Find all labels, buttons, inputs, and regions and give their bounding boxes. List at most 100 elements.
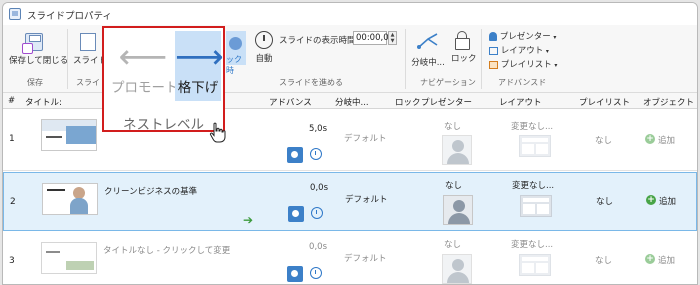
presenter-label: プレゼンター <box>499 32 551 42</box>
presenter-value[interactable]: なし <box>444 238 461 250</box>
layout-label: レイアウト <box>500 46 544 56</box>
col-header-presenter[interactable]: プレゼンター <box>421 96 472 108</box>
slide-thumbnail[interactable] <box>42 183 98 215</box>
timer-icon[interactable] <box>310 267 322 279</box>
layout-value[interactable]: 変更なし... <box>511 120 553 132</box>
slide-label: スライド <box>73 56 103 66</box>
divider <box>481 29 482 89</box>
col-header-lock[interactable]: ロック <box>395 96 421 108</box>
demote-label: 格下げ <box>177 80 219 96</box>
branch-icon <box>417 33 438 49</box>
layout-icon <box>489 46 498 55</box>
presenter-avatar[interactable] <box>443 195 473 225</box>
lock-icon <box>455 31 470 50</box>
branching-value[interactable]: デフォルト <box>344 132 387 144</box>
playlist-value[interactable]: なし <box>595 134 612 146</box>
slide-icon <box>80 33 96 51</box>
presenter-avatar[interactable] <box>442 254 472 284</box>
col-header-playlist[interactable]: プレイリスト <box>579 96 630 108</box>
advance-time[interactable]: 0,0s <box>310 183 328 193</box>
layout-value[interactable]: 変更なし... <box>512 179 554 191</box>
col-header-number: # <box>8 96 16 106</box>
demote-arrow-icon: ➔ <box>243 213 254 227</box>
row-number: 2 <box>10 197 16 207</box>
layout-icon[interactable] <box>519 254 551 276</box>
on-click-label: ック時 <box>226 55 242 75</box>
col-header-objects[interactable]: オブジェクト <box>643 96 694 108</box>
demote-button[interactable]: ⟶ 格下げ <box>175 31 224 101</box>
slide-title[interactable]: クリーンビジネスの基準 <box>104 185 197 197</box>
branching-label: 分岐中... <box>411 58 445 68</box>
presenter-value[interactable]: なし <box>444 120 461 132</box>
chevron-down-icon: ▾ <box>554 62 558 69</box>
col-header-layout[interactable]: レイアウト <box>499 96 542 108</box>
auto-button[interactable]: 自動 <box>251 31 277 64</box>
layout-icon[interactable] <box>519 135 551 157</box>
group-slide-label: スライド <box>76 78 102 87</box>
col-header-branching[interactable]: 分岐中... <box>335 96 369 108</box>
add-object-label[interactable]: 追加 <box>659 195 676 207</box>
arrow-right-icon: ⟶ <box>175 37 224 77</box>
slide-time-spinner[interactable]: ▲ ▼ <box>388 31 397 45</box>
add-object-label[interactable]: 追加 <box>658 254 675 266</box>
branching-button[interactable]: 分岐中... <box>410 31 446 68</box>
group-advance-label: スライドを進める <box>279 78 343 87</box>
slide-title[interactable]: タイトルなし - クリックして変更 <box>103 244 230 256</box>
col-header-title[interactable]: タイトル: <box>25 96 62 108</box>
layout-value[interactable]: 変更なし... <box>511 238 553 250</box>
playlist-dropdown[interactable]: プレイリスト ▾ <box>489 58 557 70</box>
add-icon[interactable]: + <box>645 134 655 144</box>
layout-icon[interactable] <box>520 195 552 217</box>
slide-thumbnail[interactable] <box>41 242 97 274</box>
save-close-label: 保存して閉じる <box>9 56 69 66</box>
advance-time[interactable]: 0,0s <box>309 242 327 252</box>
promote-button[interactable]: ⟵ プロモート <box>111 35 179 103</box>
col-header-advance[interactable]: アドバンス <box>269 96 312 108</box>
on-click-icon[interactable] <box>287 266 303 282</box>
presenter-value[interactable]: なし <box>445 179 462 191</box>
auto-label: 自動 <box>255 54 273 64</box>
chevron-down-icon: ▾ <box>545 48 549 55</box>
table-row[interactable]: 2 クリーンビジネスの基準 ➔ 0,0s デフォルト なし 変更なし... なし… <box>3 172 697 231</box>
presenter-dropdown[interactable]: プレゼンター ▾ <box>489 30 556 42</box>
group-advanced-label: アドバンスド <box>498 78 547 87</box>
playlist-value[interactable]: なし <box>596 195 613 207</box>
nest-level-popup: ⟵ プロモート ⟶ 格下げ ネストレベル <box>102 26 225 133</box>
divider <box>405 29 406 89</box>
on-click-button[interactable]: ック時 <box>226 31 246 75</box>
branching-value[interactable]: デフォルト <box>345 193 388 205</box>
mouse-click-icon <box>229 37 242 50</box>
slide-button[interactable]: スライド <box>73 33 103 66</box>
playlist-label: プレイリスト <box>500 60 552 70</box>
promote-label: プロモート <box>111 80 179 96</box>
hand-cursor-icon <box>209 122 226 143</box>
title-bar: スライドプロパティ <box>3 3 697 25</box>
nest-level-label: ネストレベル <box>123 117 204 133</box>
branching-value[interactable]: デフォルト <box>344 252 387 264</box>
window-title: スライドプロパティ <box>27 11 112 22</box>
slide-properties-window: スライドプロパティ 保存して閉じる 保存 スライド スライド ック時 自動 スラ… <box>2 2 698 285</box>
table-row[interactable]: 3 タイトルなし - クリックして変更 0,0s デフォルト なし 変更なし..… <box>3 232 697 284</box>
save-close-button[interactable]: 保存して閉じる <box>9 33 68 66</box>
row-number: 3 <box>9 256 15 266</box>
add-icon[interactable]: + <box>646 195 656 205</box>
layout-dropdown[interactable]: レイアウト ▾ <box>489 44 549 56</box>
on-click-icon[interactable] <box>287 147 303 163</box>
add-icon[interactable]: + <box>645 254 655 264</box>
presenter-avatar[interactable] <box>442 135 472 165</box>
playlist-value[interactable]: なし <box>595 254 612 266</box>
timer-icon <box>255 31 273 49</box>
advance-time[interactable]: 5,0s <box>309 124 327 134</box>
presenter-icon <box>489 32 497 41</box>
on-click-icon[interactable] <box>288 206 304 222</box>
app-icon <box>9 8 21 20</box>
add-object-label[interactable]: 追加 <box>658 134 675 146</box>
arrow-left-icon: ⟵ <box>118 37 168 77</box>
slide-time-input[interactable]: 00:00,00 <box>353 31 394 45</box>
divider <box>67 29 68 89</box>
timer-icon[interactable] <box>311 207 323 219</box>
chevron-down-icon: ▾ <box>553 34 557 41</box>
slide-thumbnail[interactable] <box>41 119 97 151</box>
lock-button[interactable]: ロック <box>451 31 477 64</box>
timer-icon[interactable] <box>310 148 322 160</box>
